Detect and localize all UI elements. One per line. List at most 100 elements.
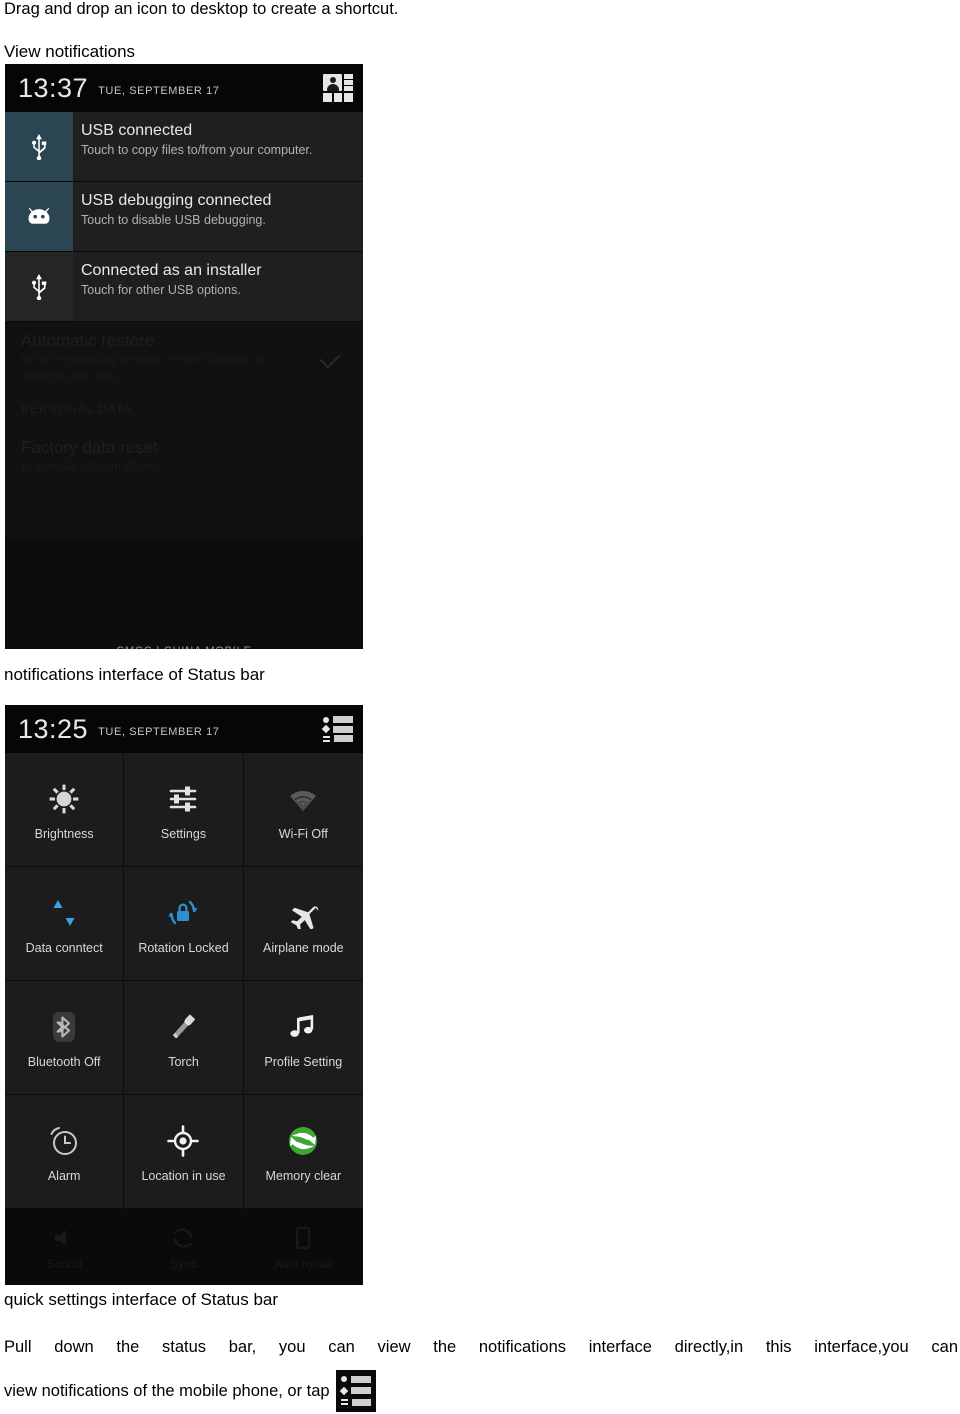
qs-tile-rotation-lock[interactable]: Rotation Locked [124, 867, 244, 981]
notifications-panel-screenshot: 13:37 TUE, SEPTEMBER 17 USB connected To… [5, 64, 363, 649]
qs-tile-memory-clear[interactable]: Memory clear [243, 1095, 363, 1209]
wifi-icon [285, 778, 321, 820]
alarm-clock-icon [47, 1120, 81, 1162]
usb-icon [31, 273, 47, 300]
carrier-label: CMCC | CHINA MOBILE [5, 645, 363, 649]
bullet-dot-icon [323, 716, 329, 723]
notification-title: USB connected [81, 122, 193, 139]
qs-tile-profile-setting[interactable]: Profile Setting [243, 981, 363, 1095]
section-heading-view-notifications: View notifications [4, 42, 136, 61]
notification-title: USB debugging connected [81, 192, 272, 209]
paragraph-line-2: view notifications of the mobile phone, … [4, 1382, 330, 1400]
data-transfer-icon [48, 892, 80, 934]
qs-tile-bluetooth[interactable]: Bluetooth Off [5, 981, 125, 1095]
notification-icon-cell [5, 182, 73, 251]
panel-filler [5, 538, 363, 645]
list-bar [334, 735, 353, 742]
rotation-lock-icon [166, 892, 200, 934]
qs-tile-airplane-mode[interactable]: Airplane mode [243, 867, 363, 981]
sliders-icon [167, 778, 199, 820]
notification-item[interactable]: Connected as an installer Touch for othe… [5, 252, 363, 322]
caption-notifications-interface: notifications interface of Status bar [4, 665, 265, 684]
memory-clear-icon [286, 1120, 320, 1162]
airplane-icon [286, 892, 320, 934]
list-row [340, 1398, 371, 1406]
faded-tile: Auto rotate [244, 1209, 363, 1285]
quicksettings-panel-screenshot: 13:25 TUE, SEPTEMBER 17 Brightness Setti… [5, 705, 363, 1285]
qs-tile-brightness[interactable]: Brightness [5, 753, 125, 867]
qs-tile-label: Settings [160, 827, 207, 842]
paragraph-line-1: Pull down the status bar, you can view t… [4, 1338, 958, 1356]
qs-tile-settings[interactable]: Settings [124, 753, 244, 867]
quicksettings-status-bar: 13:25 TUE, SEPTEMBER 17 [5, 705, 363, 753]
notification-item[interactable]: USB connected Touch to copy files to/fro… [5, 112, 363, 182]
grid-bottom-row [323, 93, 354, 102]
qs-tile-alarm[interactable]: Alarm [5, 1095, 125, 1209]
notification-icon-cell [5, 112, 73, 181]
qs-tile-label: Rotation Locked [138, 941, 229, 956]
bullet-diamond-icon [339, 1386, 348, 1395]
qs-tile-label: Location in use [141, 1169, 226, 1184]
notification-subtitle: Touch to disable USB debugging. [81, 213, 266, 228]
background-setting-subtitle: When reinstalling an app, restore backed… [21, 352, 266, 383]
location-icon [166, 1120, 200, 1162]
qs-tile-label: Alarm [47, 1169, 81, 1184]
faded-tile: Sound [5, 1209, 125, 1285]
list-bar [351, 1398, 371, 1406]
bullet-equals-icon [323, 735, 330, 742]
bullet-equals-icon [340, 1399, 348, 1406]
faded-tile-grid: Sound Sync Auto rotate [5, 1209, 363, 1285]
quicksettings-tile-grid: Brightness Settings Wi-Fi Off Data connt… [5, 753, 363, 1209]
usb-icon [31, 133, 47, 160]
list-bar [333, 725, 353, 733]
list-row [339, 1386, 371, 1395]
brightness-icon [47, 778, 81, 820]
music-note-icon [288, 1006, 318, 1048]
qs-tile-label: Wi-Fi Off [278, 827, 328, 842]
qs-tile-label: Data conntect [25, 941, 103, 956]
background-reset-subtitle: Erases all data on phone [21, 459, 160, 473]
qs-tile-torch[interactable]: Torch [124, 981, 244, 1095]
notification-text: Connected as an installer Touch for othe… [73, 252, 363, 321]
bullet-dot-icon [340, 1376, 347, 1383]
notification-text: USB debugging connected Touch to disable… [73, 182, 363, 251]
qs-tile-location[interactable]: Location in use [124, 1095, 244, 1209]
list-icon[interactable] [321, 716, 353, 742]
bluetooth-icon [49, 1006, 79, 1048]
notification-text: USB connected Touch to copy files to/fro… [73, 112, 363, 181]
avatar [323, 74, 342, 91]
qs-tile-label: Torch [168, 1055, 199, 1070]
bullet-diamond-icon [321, 724, 331, 734]
body-paragraph: Pull down the status bar, you can view t… [4, 1325, 958, 1414]
list-icon [339, 1375, 371, 1406]
status-clock: 13:37 [18, 72, 89, 103]
qs-tile-label: Airplane mode [263, 941, 344, 956]
status-date: TUE, SEPTEMBER 17 [98, 726, 220, 738]
list-row [321, 724, 353, 734]
notification-item[interactable]: USB debugging connected Touch to disable… [5, 182, 363, 252]
notification-subtitle: Touch to copy files to/from your compute… [81, 143, 313, 158]
list-row [323, 716, 353, 723]
background-setting-title: Automatic restore [21, 331, 155, 350]
background-section-header: PERSONAL DATA [21, 401, 133, 416]
qs-tile-label: Profile Setting [264, 1055, 343, 1070]
android-robot-icon [28, 207, 50, 224]
quicksettings-faded-row: Sound Sync Auto rotate [5, 1209, 363, 1285]
list-bar [350, 1375, 371, 1383]
qs-tile-label: Memory clear [265, 1169, 342, 1184]
inline-list-icon[interactable] [335, 1369, 376, 1412]
status-date: TUE, SEPTEMBER 17 [98, 85, 220, 97]
list-bar [333, 716, 353, 723]
qs-tile-wifi[interactable]: Wi-Fi Off [243, 753, 363, 867]
status-clock: 13:25 [18, 713, 89, 744]
list-row [323, 735, 353, 742]
grid-person-icon[interactable] [323, 74, 354, 102]
divider [21, 421, 347, 423]
faded-tile: Sync [124, 1209, 244, 1285]
notification-title: Connected as an installer [81, 262, 262, 279]
qs-tile-data-connect[interactable]: Data conntect [5, 867, 125, 981]
notification-subtitle: Touch for other USB options. [81, 283, 241, 298]
list-bar [350, 1387, 371, 1395]
background-settings-screen: Automatic restore When reinstalling an a… [5, 322, 363, 538]
list-row [340, 1375, 371, 1383]
